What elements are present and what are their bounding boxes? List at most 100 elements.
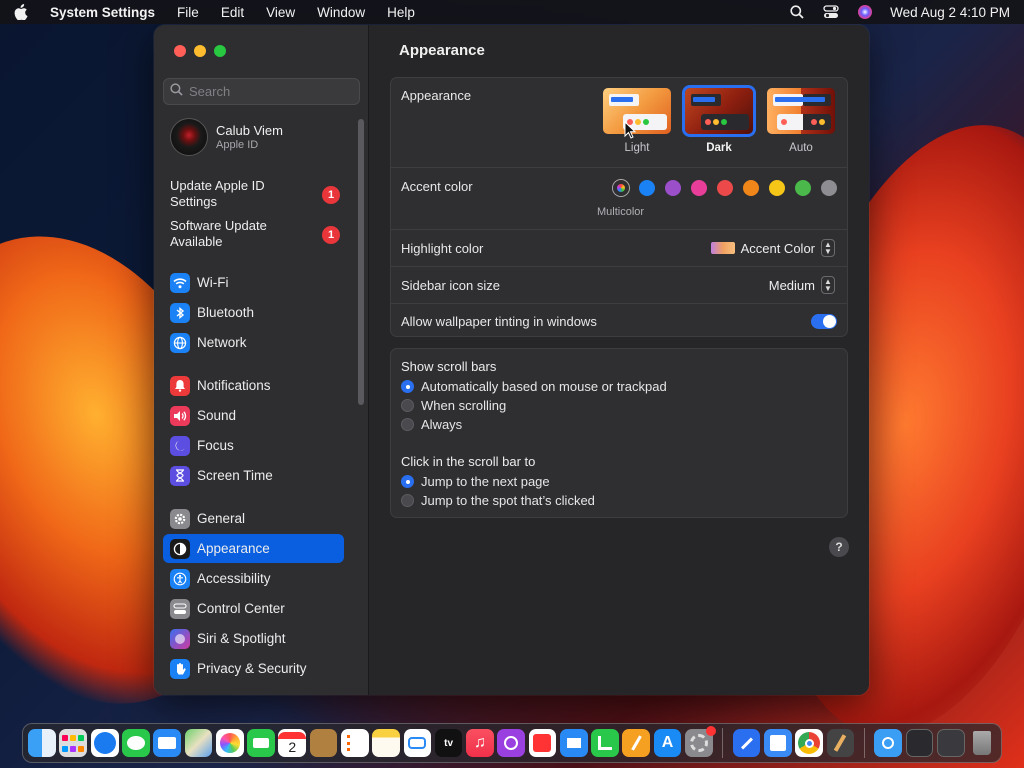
sidebar-item-bluetooth[interactable]: Bluetooth	[163, 298, 344, 327]
menu-edit[interactable]: Edit	[221, 5, 244, 20]
downloads-folder-icon[interactable]	[874, 729, 903, 757]
photos-icon[interactable]	[215, 729, 244, 757]
freeform-icon[interactable]	[403, 729, 432, 757]
radio-button[interactable]	[401, 418, 414, 431]
window-snapshot-icon[interactable]	[905, 729, 934, 757]
help-button[interactable]: ?	[829, 537, 849, 557]
click-option-next-page[interactable]: Jump to the next page	[401, 474, 550, 489]
accent-swatch-graphite[interactable]	[821, 180, 837, 196]
highlight-color-popup[interactable]: Accent Color ▲ ▼	[710, 239, 835, 257]
sidebar-item-wifi[interactable]: Wi-Fi	[163, 268, 344, 297]
accent-swatch-red[interactable]	[717, 180, 733, 196]
accent-swatch-pink[interactable]	[691, 180, 707, 196]
sidebar-item-focus[interactable]: Focus	[163, 431, 344, 460]
accent-swatch-purple[interactable]	[665, 180, 681, 196]
highlight-color-row: Highlight color Accent Color ▲ ▼	[391, 230, 847, 267]
numbers-icon[interactable]	[591, 729, 619, 757]
sidebar-item-label: Siri & Spotlight	[197, 631, 286, 646]
chrome-icon[interactable]	[795, 729, 823, 757]
sidebar-scrollbar[interactable]	[358, 119, 364, 405]
apple-id-profile[interactable]: Calub Viem Apple ID	[170, 118, 283, 156]
podcasts-icon[interactable]	[497, 729, 525, 757]
sidebar-item-siri-spotlight[interactable]: Siri & Spotlight	[163, 624, 344, 653]
accent-swatch-yellow[interactable]	[769, 180, 785, 196]
theme-option-light[interactable]: Light	[603, 88, 671, 154]
accent-swatch-orange[interactable]	[743, 180, 759, 196]
music-icon[interactable]: ♫	[466, 729, 494, 757]
apple-menu-icon[interactable]	[14, 3, 32, 21]
facetime-icon[interactable]	[247, 729, 275, 757]
appearance-label: Appearance	[401, 88, 472, 103]
news-icon[interactable]	[528, 729, 557, 757]
theme-option-dark[interactable]: Dark	[685, 88, 753, 154]
sidebar-item-label: Sound	[197, 408, 237, 423]
launchpad-icon[interactable]	[59, 729, 88, 757]
pages-icon[interactable]	[622, 729, 651, 757]
scroll-bars-option-auto[interactable]: Automatically based on mouse or trackpad	[401, 379, 667, 394]
sidebar-item-appearance[interactable]: Appearance	[163, 534, 344, 563]
accent-swatch-blue[interactable]	[639, 180, 655, 196]
messages-icon[interactable]	[122, 729, 150, 757]
maps-icon[interactable]	[184, 729, 213, 757]
notice-update-apple-id[interactable]: Update Apple ID Settings 1	[170, 178, 340, 210]
sidebar-item-network[interactable]: Network	[163, 328, 344, 357]
theme-light-label: Light	[624, 142, 650, 154]
sidebar-item-notifications[interactable]: Notifications	[163, 371, 344, 400]
minimize-button[interactable]	[194, 45, 206, 57]
trash-icon[interactable]	[968, 729, 996, 757]
radio-button[interactable]	[401, 380, 414, 393]
menu-app-name[interactable]: System Settings	[50, 5, 155, 20]
sidebar-item-accessibility[interactable]: Accessibility	[163, 564, 344, 593]
profile-name: Calub Viem	[216, 123, 283, 138]
sidebar-item-general[interactable]: General	[163, 504, 344, 533]
mail-icon[interactable]	[153, 729, 182, 757]
reminders-icon[interactable]	[340, 729, 369, 757]
keynote-icon[interactable]	[559, 729, 588, 757]
zoom-button[interactable]	[214, 45, 226, 57]
notice-software-update[interactable]: Software Update Available 1	[170, 218, 340, 250]
finder-icon[interactable]	[28, 729, 56, 757]
radio-button[interactable]	[401, 399, 414, 412]
sidebar-item-label: Wi-Fi	[197, 275, 229, 290]
app-store-icon[interactable]: A	[653, 729, 682, 757]
apple-tv-icon[interactable]: tv	[434, 729, 463, 757]
search-field[interactable]	[163, 78, 360, 105]
main-pane: Appearance Appearance Light Dark Auto Ac…	[369, 25, 869, 695]
xcode-icon[interactable]	[732, 729, 761, 757]
control-center-icon[interactable]	[822, 3, 840, 21]
moon-icon	[170, 435, 190, 456]
menu-window[interactable]: Window	[317, 5, 365, 20]
wallpaper-tinting-toggle[interactable]	[811, 313, 837, 329]
click-option-spot-clicked[interactable]: Jump to the spot that’s clicked	[401, 493, 595, 508]
radio-button[interactable]	[401, 475, 414, 488]
clock[interactable]: Wed Aug 2 4:10 PM	[890, 5, 1010, 20]
sidebar-item-control-center[interactable]: Control Center	[163, 594, 344, 623]
menu-view[interactable]: View	[266, 5, 295, 20]
scroll-bars-option-always[interactable]: Always	[401, 417, 462, 432]
close-button[interactable]	[174, 45, 186, 57]
sidebar-item-privacy-security[interactable]: Privacy & Security	[163, 654, 344, 683]
siri-icon[interactable]	[856, 3, 874, 21]
menu-help[interactable]: Help	[387, 5, 415, 20]
sidebar-item-sound[interactable]: Sound	[163, 401, 344, 430]
notes-icon[interactable]	[372, 729, 400, 757]
search-icon[interactable]	[788, 3, 806, 21]
radio-button[interactable]	[401, 494, 414, 507]
accent-swatch-multicolor[interactable]	[613, 180, 629, 196]
theme-option-auto[interactable]: Auto	[767, 88, 835, 154]
menu-file[interactable]: File	[177, 5, 199, 20]
scroll-bars-option-when-scrolling[interactable]: When scrolling	[401, 398, 506, 413]
sidebar-icon-size-popup[interactable]: Medium ▲ ▼	[769, 276, 835, 294]
notes-brown-icon[interactable]	[309, 729, 338, 757]
safari-icon[interactable]	[90, 729, 119, 757]
instruments-icon[interactable]	[826, 729, 855, 757]
search-input[interactable]	[189, 84, 349, 99]
preview-icon[interactable]	[764, 729, 792, 757]
page-title: Appearance	[399, 42, 485, 59]
accent-swatch-green[interactable]	[795, 180, 811, 196]
system-settings-icon[interactable]	[684, 726, 716, 757]
screenshot-icon[interactable]	[936, 729, 965, 757]
sidebar-item-label: Focus	[197, 438, 234, 453]
calendar-icon[interactable]: 2	[278, 729, 307, 757]
sidebar-item-screen-time[interactable]: Screen Time	[163, 461, 344, 490]
